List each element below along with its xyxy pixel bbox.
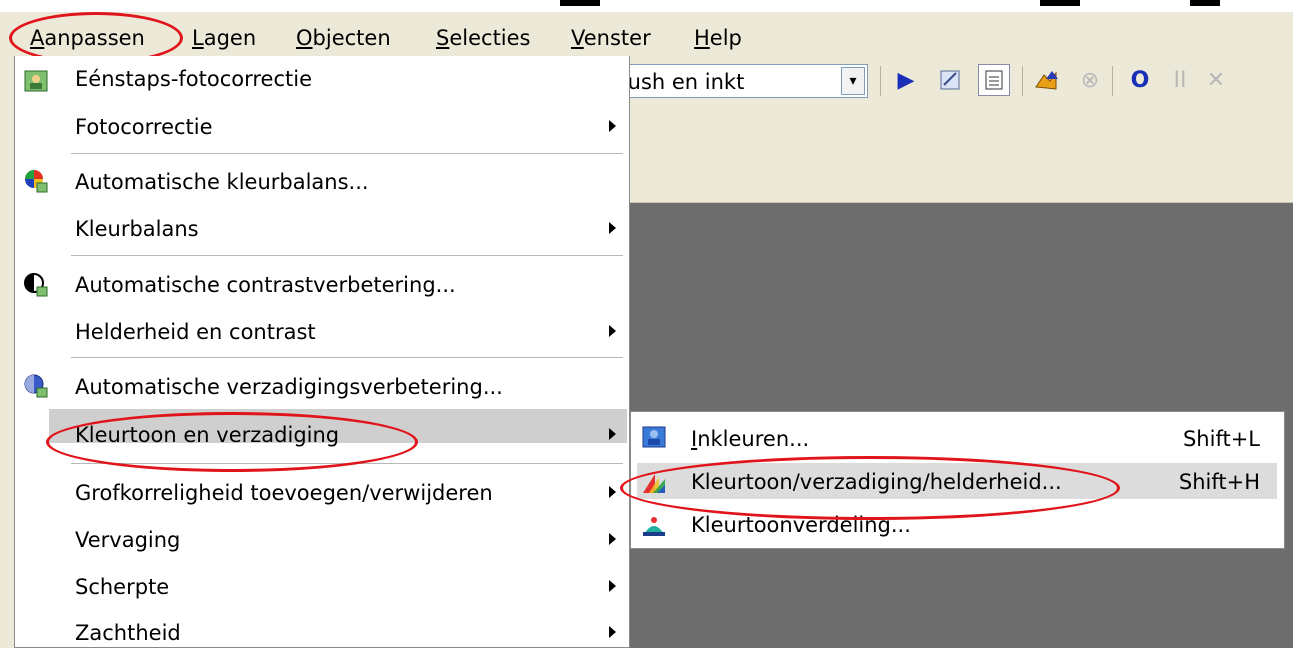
one-step-photo-fix-icon: [21, 66, 51, 96]
hue-map-icon: [639, 511, 669, 541]
menu-separator: [71, 255, 623, 256]
cropped-title-strip: [0, 0, 1293, 12]
submenu-arrow-icon: [609, 580, 616, 592]
left-panel-edge: [0, 56, 14, 648]
shortcut-shift-l: Shift+L: [1182, 427, 1260, 451]
submenu-arrow-icon: [609, 626, 616, 638]
menu-label: anpassen: [44, 26, 145, 50]
menu-objecten[interactable]: Objecten: [296, 26, 391, 50]
menu-item-vervaging[interactable]: Vervaging: [75, 526, 180, 554]
submenu-label: nkleuren...: [697, 427, 810, 451]
menu-icon-gutter: [15, 56, 65, 647]
pause-icon[interactable]: II: [1164, 64, 1196, 96]
colorize-icon: [639, 422, 669, 452]
close-icon[interactable]: ✕: [1200, 64, 1232, 96]
submenu-arrow-icon: [609, 486, 616, 498]
aanpassen-dropdown-menu: Eénstaps-fotocorrectie Fotocorrectie Aut…: [14, 56, 630, 648]
chevron-down-icon[interactable]: ▾: [841, 67, 865, 95]
menu-item-automatische-contrastverbetering[interactable]: Automatische contrastverbetering...: [75, 271, 456, 299]
toolbar-separator: [1022, 66, 1023, 96]
brush-preset-value: rush en inkt: [619, 70, 745, 94]
play-icon[interactable]: ▶: [890, 64, 922, 96]
menu-item-kleurtoon-en-verzadiging[interactable]: Kleurtoon en verzadiging: [75, 421, 339, 449]
mnemonic: A: [30, 26, 45, 50]
toggle-view-icon[interactable]: [978, 64, 1010, 96]
menu-selecties[interactable]: Selecties: [436, 26, 531, 50]
cropped-text-fragment: [560, 0, 600, 6]
menu-venster[interactable]: Venster: [571, 26, 651, 50]
auto-color-balance-icon: [21, 166, 51, 196]
menu-item-automatische-kleurbalans[interactable]: Automatische kleurbalans...: [75, 168, 369, 196]
auto-saturation-icon: [21, 371, 51, 401]
submenu-item-inkleuren[interactable]: Inkleuren...: [691, 425, 809, 453]
stop-icon[interactable]: ⊗: [1074, 64, 1106, 96]
cropped-text-fragment: [1190, 0, 1220, 6]
menubar: Aanpassen Lagen Objecten Selecties Venst…: [0, 12, 1293, 56]
menu-item-grofkorreligheid[interactable]: Grofkorreligheid toevoegen/verwijderen: [75, 479, 493, 507]
menu-item-eenstaps-fotocorrectie[interactable]: Eénstaps-fotocorrectie: [75, 65, 312, 93]
menu-separator: [71, 357, 623, 358]
menu-help[interactable]: Help: [694, 26, 742, 50]
run-script-icon[interactable]: [1032, 64, 1064, 96]
cropped-text-fragment: [1040, 0, 1080, 6]
submenu-arrow-icon: [609, 222, 616, 234]
hue-saturation-icon: [639, 468, 669, 498]
auto-contrast-icon: [21, 270, 51, 300]
menu-item-fotocorrectie[interactable]: Fotocorrectie: [75, 113, 213, 141]
toolbar-separator: [1112, 66, 1113, 96]
menu-item-zachtheid[interactable]: Zachtheid: [75, 619, 181, 647]
menu-separator: [71, 153, 623, 154]
shortcut-shift-h: Shift+H: [1178, 470, 1260, 494]
menu-item-helderheid-en-contrast[interactable]: Helderheid en contrast: [75, 318, 316, 346]
record-icon[interactable]: O: [1124, 64, 1156, 96]
submenu-item-kleurtoon-verzadiging-helderheid[interactable]: Kleurtoon/verzadiging/helderheid...: [691, 468, 1062, 496]
submenu-item-kleurtoonverdeling[interactable]: Kleurtoonverdeling...: [691, 511, 911, 539]
brush-preset-combo[interactable]: rush en inkt ▾: [610, 64, 868, 98]
menu-item-automatische-verzadigingsverbetering[interactable]: Automatische verzadigingsverbetering...: [75, 373, 503, 401]
menu-lagen[interactable]: Lagen: [192, 26, 256, 50]
submenu-arrow-icon: [609, 120, 616, 132]
menu-item-scherpte[interactable]: Scherpte: [75, 573, 169, 601]
submenu-arrow-icon: [609, 533, 616, 545]
menu-item-kleurbalans[interactable]: Kleurbalans: [75, 215, 199, 243]
menu-aanpassen[interactable]: Aanpassen: [30, 26, 145, 50]
menu-separator: [71, 463, 623, 464]
kleurtoon-submenu: Inkleuren... Shift+L Kleurtoon/verzadigi…: [630, 411, 1285, 549]
submenu-arrow-icon: [609, 325, 616, 337]
script-edit-icon[interactable]: [935, 64, 967, 96]
submenu-arrow-icon: [609, 428, 616, 440]
toolbar-separator: [880, 66, 881, 96]
